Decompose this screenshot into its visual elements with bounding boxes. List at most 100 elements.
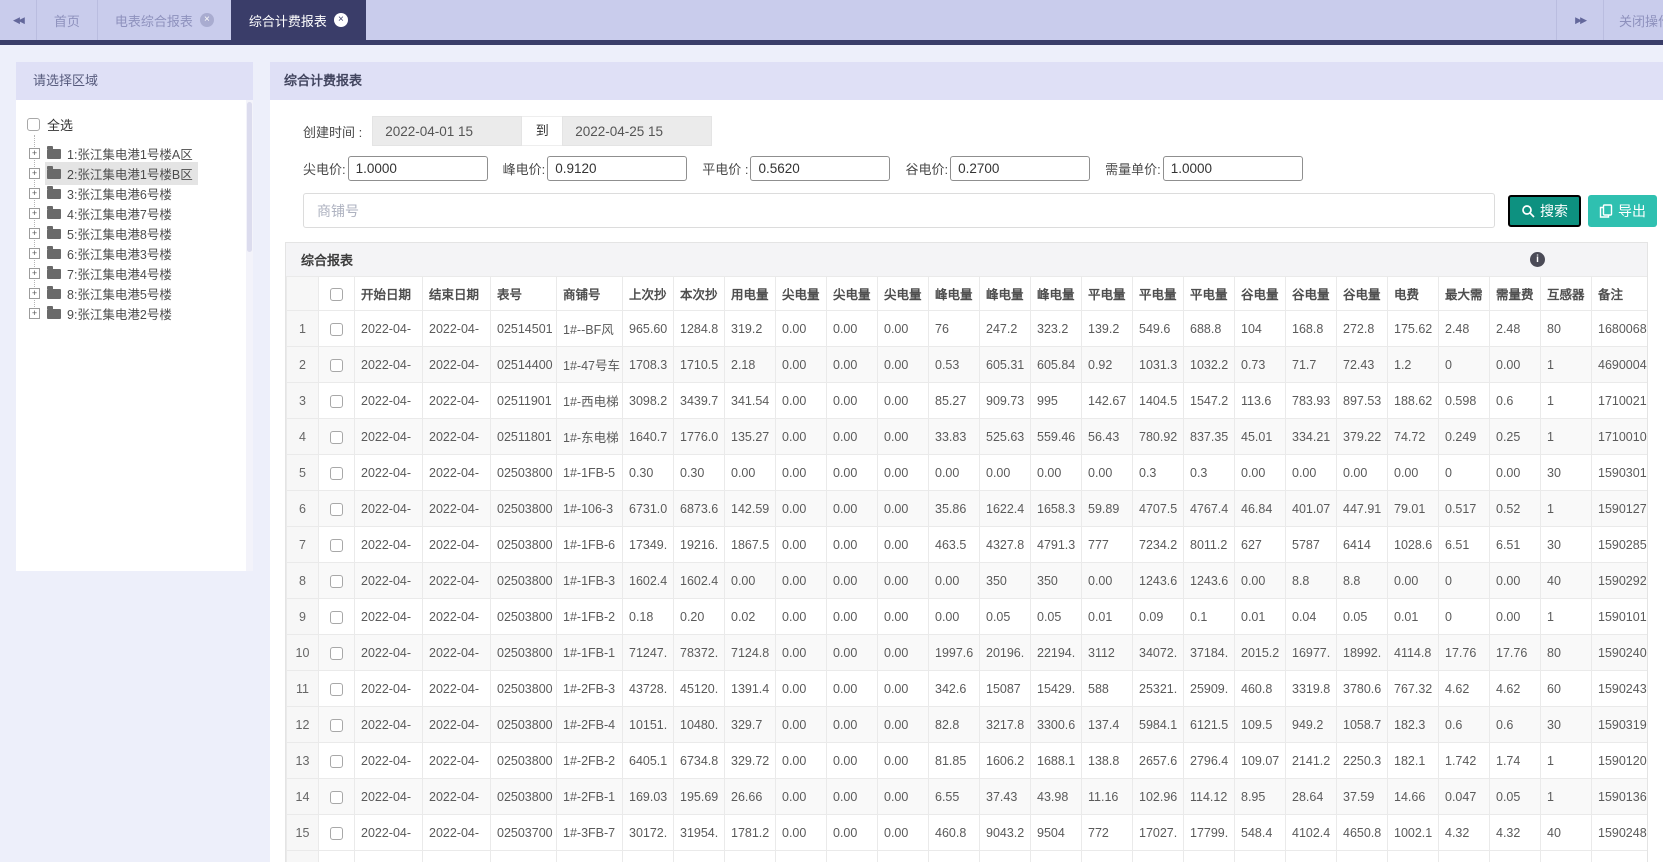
row-checkbox[interactable]: [330, 322, 343, 336]
column-header[interactable]: 谷电量: [1234, 276, 1286, 311]
expand-icon[interactable]: +: [29, 307, 40, 319]
column-header[interactable]: 尖电量: [775, 276, 827, 311]
select-all-checkbox[interactable]: [27, 118, 40, 131]
price-input[interactable]: [1162, 156, 1303, 181]
tree-item[interactable]: + 6:张江集电港3号楼: [29, 243, 253, 263]
expand-icon[interactable]: +: [29, 247, 40, 259]
column-header[interactable]: 上次抄: [622, 276, 674, 311]
column-header[interactable]: 峰电量: [979, 276, 1031, 311]
row-checkbox[interactable]: [330, 718, 343, 732]
row-checkbox[interactable]: [330, 826, 343, 840]
expand-icon[interactable]: +: [29, 147, 40, 159]
data-cell: 1: [1540, 382, 1592, 419]
column-header[interactable]: 谷电量: [1336, 276, 1388, 311]
row-checkbox[interactable]: [330, 538, 343, 552]
data-cell: 0.00: [928, 454, 980, 491]
column-header[interactable]: 商铺号: [556, 276, 623, 311]
data-cell: 0.73: [1234, 346, 1286, 383]
column-header[interactable]: 峰电量: [928, 276, 980, 311]
select-all-rows-checkbox[interactable]: [330, 287, 343, 301]
folder-icon: [47, 285, 61, 299]
tab-close-icon[interactable]: ×: [199, 13, 214, 27]
column-header[interactable]: 平电量: [1081, 276, 1133, 311]
expand-icon[interactable]: +: [29, 207, 40, 219]
column-header[interactable]: 平电量: [1132, 276, 1184, 311]
row-checkbox[interactable]: [330, 394, 343, 408]
column-header[interactable]: 最大需: [1438, 276, 1490, 311]
data-cell: 02503700: [490, 814, 557, 851]
column-header[interactable]: 电费: [1387, 276, 1439, 311]
tab[interactable]: 首页: [35, 0, 97, 40]
row-checkbox[interactable]: [330, 610, 343, 624]
column-header[interactable]: 用电量: [724, 276, 776, 311]
data-cell: 15429.: [1030, 670, 1082, 707]
row-checkbox[interactable]: [330, 646, 343, 660]
sidebar-scrollbar-thumb[interactable]: [247, 102, 252, 252]
data-cell: 2022-04-: [354, 526, 423, 563]
row-checkbox[interactable]: [330, 430, 343, 444]
expand-icon[interactable]: +: [29, 167, 40, 179]
price-input[interactable]: [750, 156, 891, 181]
row-checkbox[interactable]: [330, 790, 343, 804]
tree-item[interactable]: + 8:张江集电港5号楼: [29, 283, 253, 303]
tree-item-row[interactable]: 9:张江集电港2号楼: [45, 302, 177, 325]
data-cell: 78372.: [673, 634, 725, 671]
column-header[interactable]: 峰电量: [1030, 276, 1082, 311]
row-checkbox[interactable]: [330, 358, 343, 372]
data-cell: 0.00: [877, 526, 929, 563]
tree-item[interactable]: + 1:张江集电港1号楼A区: [29, 143, 253, 163]
tree-item[interactable]: + 5:张江集电港8号楼: [29, 223, 253, 243]
data-cell: 1#--BF风: [556, 310, 623, 347]
data-cell: 1.74: [1489, 742, 1541, 779]
data-cell: 2250.3: [1336, 742, 1388, 779]
expand-icon[interactable]: +: [29, 227, 40, 239]
column-header[interactable]: 开始日期: [354, 276, 423, 311]
date-from-input[interactable]: [372, 116, 523, 146]
column-header[interactable]: 表号: [490, 276, 557, 311]
data-cell: 6.51: [1438, 526, 1490, 563]
search-button[interactable]: 搜索: [1508, 194, 1581, 227]
shop-number-input[interactable]: [303, 193, 1495, 228]
price-input[interactable]: [950, 156, 1091, 181]
column-header[interactable]: 本次抄: [673, 276, 725, 311]
data-cell: 0.25: [1489, 418, 1541, 455]
tab-close-icon[interactable]: ×: [333, 13, 348, 27]
table-body: 1 2022-04- 2022-04- 02514501 1#--BF风 965.60 1…: [286, 310, 1647, 851]
expand-icon[interactable]: +: [29, 267, 40, 279]
date-to-input[interactable]: [562, 116, 713, 146]
scroll-tabs-right-icon[interactable]: ▶▶: [1556, 0, 1603, 40]
tree-item[interactable]: + 7:张江集电港4号楼: [29, 263, 253, 283]
expand-icon[interactable]: +: [29, 287, 40, 299]
tree-item[interactable]: + 9:张江集电港2号楼: [29, 303, 253, 323]
export-button[interactable]: 导出: [1588, 194, 1657, 227]
scroll-tabs-left-icon[interactable]: ◀◀: [0, 0, 36, 40]
tab[interactable]: 综合计费报表 ×: [230, 0, 366, 40]
tree-item[interactable]: + 2:张江集电港1号楼B区: [29, 161, 253, 185]
row-checkbox[interactable]: [330, 754, 343, 768]
expand-icon[interactable]: +: [29, 187, 40, 199]
column-header[interactable]: 尖电量: [877, 276, 929, 311]
price-input[interactable]: [347, 156, 488, 181]
data-cell: 1058.7: [1336, 706, 1388, 743]
column-header[interactable]: 需量费: [1489, 276, 1541, 311]
row-number-cell: 5: [286, 454, 319, 491]
column-header[interactable]: 谷电量: [1285, 276, 1337, 311]
row-checkbox[interactable]: [330, 574, 343, 588]
info-icon[interactable]: i: [1530, 252, 1545, 267]
column-header[interactable]: 互感器: [1540, 276, 1592, 311]
column-header[interactable]: 备注: [1591, 276, 1647, 311]
close-operations-button[interactable]: 关闭操作: [1603, 0, 1663, 40]
column-header[interactable]: 平电量: [1183, 276, 1235, 311]
tree-item[interactable]: + 4:张江集电港7号楼: [29, 203, 253, 223]
row-checkbox[interactable]: [330, 502, 343, 516]
column-header[interactable]: 尖电量: [826, 276, 878, 311]
data-cell: 777: [1081, 526, 1133, 563]
price-input[interactable]: [547, 156, 688, 181]
tree-item[interactable]: + 3:张江集电港6号楼: [29, 183, 253, 203]
row-checkbox[interactable]: [330, 466, 343, 480]
tab[interactable]: 电表综合报表 ×: [96, 0, 231, 40]
sidebar-scrollbar[interactable]: [246, 100, 253, 571]
column-header[interactable]: 结束日期: [422, 276, 491, 311]
data-cell: 783.93: [1285, 382, 1337, 419]
row-checkbox[interactable]: [330, 682, 343, 696]
